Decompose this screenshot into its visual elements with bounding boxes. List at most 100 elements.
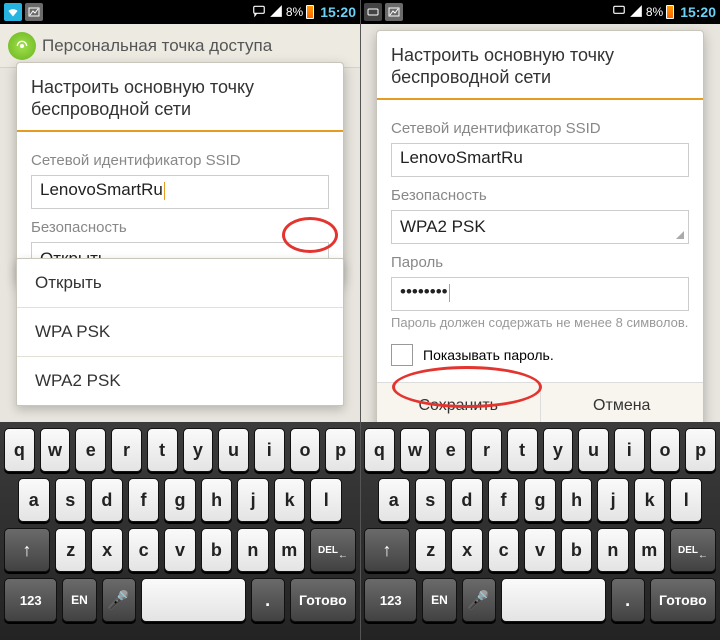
key-dot[interactable]: .: [611, 578, 645, 622]
show-password-label: Показывать пароль.: [423, 347, 554, 363]
security-label: Безопасность: [391, 187, 689, 204]
key-a[interactable]: a: [18, 478, 50, 522]
key-mic[interactable]: 🎤: [462, 578, 496, 622]
key-w[interactable]: w: [40, 428, 71, 472]
key-shift[interactable]: ↑: [4, 528, 50, 572]
hotspot-icon: [8, 32, 36, 60]
key-b[interactable]: b: [561, 528, 592, 572]
wifi-icon: [4, 3, 22, 21]
divider: [360, 0, 361, 640]
key-y[interactable]: y: [183, 428, 214, 472]
key-g[interactable]: g: [524, 478, 556, 522]
key-o[interactable]: o: [290, 428, 321, 472]
key-v[interactable]: v: [164, 528, 195, 572]
key-r[interactable]: r: [111, 428, 142, 472]
key-r[interactable]: r: [471, 428, 502, 472]
key-dot[interactable]: .: [251, 578, 285, 622]
option-wpa[interactable]: WPA PSK: [17, 308, 343, 357]
show-password-checkbox[interactable]: [391, 344, 413, 366]
key-h[interactable]: h: [201, 478, 233, 522]
key-i[interactable]: i: [614, 428, 645, 472]
option-wpa2[interactable]: WPA2 PSK: [17, 357, 343, 405]
key-e[interactable]: e: [435, 428, 466, 472]
key-go[interactable]: Готово: [290, 578, 356, 622]
security-select[interactable]: WPA2 PSK: [391, 210, 689, 244]
security-dropdown: Открыть WPA PSK WPA2 PSK: [16, 258, 344, 406]
key-j[interactable]: j: [597, 478, 629, 522]
key-j[interactable]: j: [237, 478, 269, 522]
key-f[interactable]: f: [488, 478, 520, 522]
picture-icon: [385, 3, 403, 21]
key-k[interactable]: k: [634, 478, 666, 522]
key-d[interactable]: d: [451, 478, 483, 522]
battery-percent: 8%: [286, 5, 303, 19]
key-t[interactable]: t: [507, 428, 538, 472]
key-a[interactable]: a: [378, 478, 410, 522]
key-d[interactable]: d: [91, 478, 123, 522]
key-p[interactable]: p: [685, 428, 716, 472]
key-delete[interactable]: DEL←: [670, 528, 716, 572]
key-q[interactable]: q: [364, 428, 395, 472]
key-u[interactable]: u: [578, 428, 609, 472]
status-bar: 8% 15:20: [360, 0, 720, 24]
key-go[interactable]: Готово: [650, 578, 716, 622]
key-n[interactable]: n: [597, 528, 628, 572]
key-g[interactable]: g: [164, 478, 196, 522]
key-language[interactable]: EN: [62, 578, 96, 622]
key-m[interactable]: m: [634, 528, 665, 572]
keyboard: q w e r t y u i o p a s d f g h j k l ↑ …: [360, 422, 720, 640]
key-x[interactable]: x: [91, 528, 122, 572]
ssid-input[interactable]: LenovoSmartRu: [391, 143, 689, 177]
key-q[interactable]: q: [4, 428, 35, 472]
screen-left: 8% 15:20 Персональная точка доступа Наст…: [0, 0, 360, 640]
key-t[interactable]: t: [147, 428, 178, 472]
key-mic[interactable]: 🎤: [102, 578, 136, 622]
key-c[interactable]: c: [128, 528, 159, 572]
key-c[interactable]: c: [488, 528, 519, 572]
key-s[interactable]: s: [415, 478, 447, 522]
dialog-title: Настроить основную точку беспроводной се…: [17, 63, 343, 132]
option-open[interactable]: Открыть: [17, 259, 343, 308]
key-v[interactable]: v: [524, 528, 555, 572]
key-s[interactable]: s: [55, 478, 87, 522]
battery-icon: [666, 5, 674, 19]
password-input[interactable]: ••••••••: [391, 277, 689, 311]
key-z[interactable]: z: [415, 528, 446, 572]
chat-icon: [612, 4, 626, 21]
hotspot-dialog: Настроить основную точку беспроводной се…: [376, 30, 704, 430]
key-n[interactable]: n: [237, 528, 268, 572]
key-language[interactable]: EN: [422, 578, 456, 622]
key-e[interactable]: e: [75, 428, 106, 472]
key-f[interactable]: f: [128, 478, 160, 522]
key-o[interactable]: o: [650, 428, 681, 472]
key-l[interactable]: l: [310, 478, 342, 522]
key-p[interactable]: p: [325, 428, 356, 472]
key-numbers[interactable]: 123: [4, 578, 57, 622]
signal-icon: [269, 4, 283, 21]
security-label: Безопасность: [31, 219, 329, 236]
battery-icon: [306, 5, 314, 19]
key-h[interactable]: h: [561, 478, 593, 522]
chat-icon: [252, 4, 266, 21]
key-numbers[interactable]: 123: [364, 578, 417, 622]
key-i[interactable]: i: [254, 428, 285, 472]
key-x[interactable]: x: [451, 528, 482, 572]
key-b[interactable]: b: [201, 528, 232, 572]
clock: 15:20: [680, 4, 716, 20]
key-u[interactable]: u: [218, 428, 249, 472]
key-shift[interactable]: ↑: [364, 528, 410, 572]
key-z[interactable]: z: [55, 528, 86, 572]
status-bar: 8% 15:20: [0, 0, 360, 24]
key-m[interactable]: m: [274, 528, 305, 572]
key-delete[interactable]: DEL←: [310, 528, 356, 572]
chevron-down-icon: [676, 231, 684, 239]
key-y[interactable]: y: [543, 428, 574, 472]
ssid-input[interactable]: LenovoSmartRu: [31, 175, 329, 209]
key-k[interactable]: k: [274, 478, 306, 522]
battery-percent: 8%: [646, 5, 663, 19]
key-space[interactable]: [501, 578, 606, 622]
key-space[interactable]: [141, 578, 246, 622]
key-w[interactable]: w: [400, 428, 431, 472]
clock: 15:20: [320, 4, 356, 20]
key-l[interactable]: l: [670, 478, 702, 522]
